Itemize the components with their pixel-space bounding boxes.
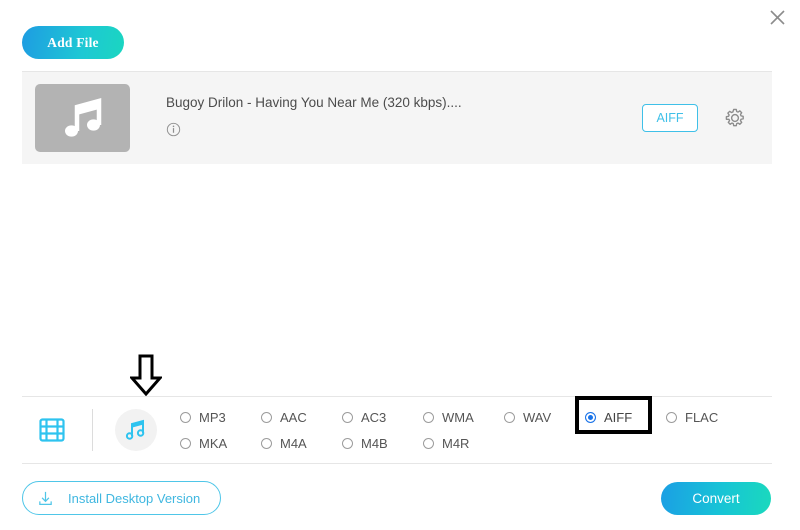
format-option-m4a[interactable]: M4A (261, 436, 342, 451)
media-tab-video[interactable] (37, 415, 67, 445)
format-options-grid: MP3 AAC AC3 WMA WAV AIFF FLAC MKA (180, 404, 747, 456)
format-option-m4b[interactable]: M4B (342, 436, 423, 451)
format-label: MP3 (199, 410, 226, 425)
format-label: M4R (442, 436, 469, 451)
file-info: Bugoy Drilon - Having You Near Me (320 k… (166, 95, 642, 142)
close-window-button[interactable] (764, 4, 790, 30)
install-label: Install Desktop Version (68, 491, 200, 506)
file-thumbnail (35, 84, 130, 152)
format-option-wma[interactable]: WMA (423, 410, 504, 425)
format-option-wav[interactable]: WAV (504, 410, 585, 425)
radio-icon (423, 412, 434, 423)
format-option-flac[interactable]: FLAC (666, 410, 747, 425)
format-option-mp3[interactable]: MP3 (180, 410, 261, 425)
radio-icon (666, 412, 677, 423)
film-strip-icon (38, 416, 66, 444)
output-format-badge[interactable]: AIFF (642, 104, 698, 132)
info-circle-icon[interactable] (166, 122, 181, 137)
add-file-button[interactable]: Add File (22, 26, 124, 59)
close-icon (769, 9, 786, 26)
format-label: M4B (361, 436, 388, 451)
radio-icon (261, 438, 272, 449)
music-note-icon (61, 97, 105, 139)
format-option-ac3[interactable]: AC3 (342, 410, 423, 425)
down-arrow-annotation (130, 354, 162, 396)
radio-icon-selected (585, 412, 596, 423)
radio-icon (180, 438, 191, 449)
music-note-icon (124, 418, 148, 442)
file-name: Bugoy Drilon - Having You Near Me (320 k… (166, 95, 642, 110)
format-label: AC3 (361, 410, 386, 425)
radio-icon (504, 412, 515, 423)
format-option-m4r[interactable]: M4R (423, 436, 504, 451)
radio-icon (180, 412, 191, 423)
download-icon (37, 490, 54, 507)
toolbar: Add File (22, 26, 124, 59)
radio-icon (342, 412, 353, 423)
format-selection-bar: MP3 AAC AC3 WMA WAV AIFF FLAC MKA (22, 396, 772, 464)
file-list-row[interactable]: Bugoy Drilon - Having You Near Me (320 k… (22, 71, 772, 164)
format-option-mka[interactable]: MKA (180, 436, 261, 451)
format-label: AAC (280, 410, 307, 425)
install-desktop-version-button[interactable]: Install Desktop Version (22, 481, 221, 515)
format-label: MKA (199, 436, 227, 451)
radio-icon (261, 412, 272, 423)
tab-divider (92, 409, 93, 451)
format-label: FLAC (685, 410, 718, 425)
media-tab-audio[interactable] (115, 409, 157, 451)
convert-button[interactable]: Convert (661, 482, 771, 515)
gear-icon[interactable] (724, 107, 746, 129)
radio-icon (342, 438, 353, 449)
format-label: WMA (442, 410, 474, 425)
format-label: WAV (523, 410, 551, 425)
radio-icon (423, 438, 434, 449)
format-option-aac[interactable]: AAC (261, 410, 342, 425)
format-label: M4A (280, 436, 307, 451)
format-option-aiff[interactable]: AIFF (585, 410, 666, 425)
format-label: AIFF (604, 410, 632, 425)
